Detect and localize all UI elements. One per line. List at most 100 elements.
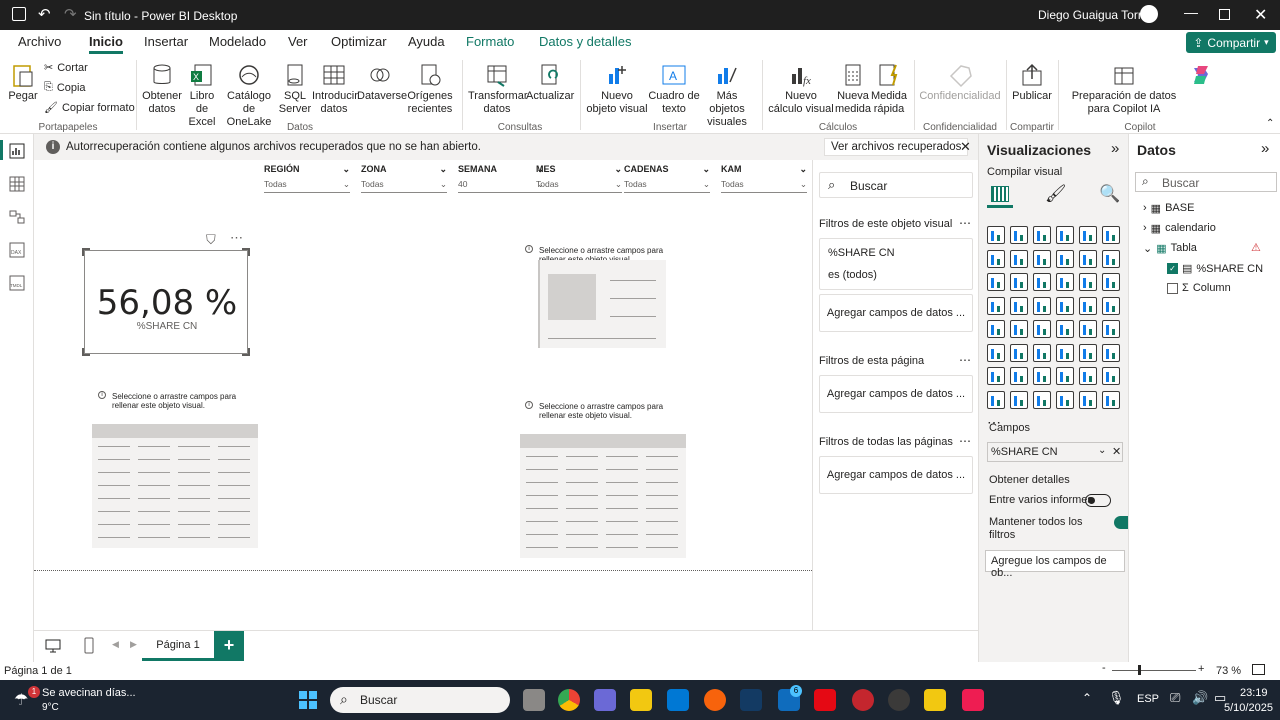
visual-type-icon[interactable] <box>987 367 1005 385</box>
slicer[interactable]: CADENAS ⌄ Todas ⌄ <box>624 164 710 193</box>
dataverse-button[interactable]: Dataverse <box>357 62 407 103</box>
visual-type-icon[interactable] <box>1102 343 1120 362</box>
visual-type-icon[interactable] <box>1102 367 1120 385</box>
desktop-layout-icon[interactable] <box>44 637 62 655</box>
tab-optimizar[interactable]: Optimizar <box>331 34 387 49</box>
new-calculation-button[interactable]: fx Nuevo cálculo visual <box>768 62 834 116</box>
cut-button[interactable]: ✂ Cortar <box>44 61 88 75</box>
chevron-down-icon[interactable]: ⌄ <box>799 164 807 175</box>
tab-inicio[interactable]: Inicio <box>89 34 123 54</box>
undo-icon[interactable]: ↶ <box>38 5 51 23</box>
visual-type-icon[interactable] <box>1010 390 1028 409</box>
microphone-icon[interactable]: 🎙 <box>1108 690 1125 706</box>
visual-type-icon[interactable] <box>1056 249 1074 268</box>
close-icon[interactable]: ✕ <box>1254 5 1267 25</box>
slicer[interactable]: ZONA ⌄ Todas ⌄ <box>361 164 447 193</box>
analytics-icon[interactable]: 🔍 <box>1099 184 1120 204</box>
chevron-down-icon[interactable]: ⌄ <box>342 164 350 175</box>
media-app-icon[interactable] <box>704 689 726 711</box>
checkbox-icon[interactable] <box>1167 282 1178 294</box>
chevron-down-icon[interactable]: ⌄ <box>614 164 622 175</box>
visual-type-icon[interactable] <box>1102 273 1120 291</box>
checkbox-checked-icon[interactable]: ✓ <box>1167 263 1178 274</box>
table-placeholder[interactable] <box>92 424 258 548</box>
visual-type-icon[interactable] <box>987 343 1005 362</box>
tab-formato[interactable]: Formato <box>466 34 514 49</box>
visual-type-icon[interactable] <box>1033 249 1051 268</box>
visual-type-icon[interactable] <box>1079 320 1097 338</box>
view-recovered-button[interactable]: Ver archivos recuperados <box>824 138 969 156</box>
next-page-icon[interactable]: ▶ <box>130 639 137 650</box>
table-view-icon[interactable] <box>8 175 26 193</box>
camera-app-icon[interactable] <box>888 689 910 711</box>
filter-search[interactable]: ⌕ Buscar <box>819 172 973 198</box>
field-column[interactable]: Σ Column <box>1167 282 1231 294</box>
visual-type-icon[interactable] <box>1079 249 1097 268</box>
power-bi-icon[interactable] <box>924 689 946 711</box>
onelake-button[interactable]: Catálogo de OneLake <box>220 62 278 129</box>
mobile-layout-icon[interactable] <box>82 637 96 655</box>
visual-type-icon[interactable] <box>1010 367 1028 385</box>
user-name[interactable]: Diego Guaigua Torres <box>1038 8 1155 22</box>
visual-type-icon[interactable] <box>1102 390 1120 409</box>
field-share-cn[interactable]: ✓ ▤ %SHARE CN <box>1167 262 1263 275</box>
slicer-dropdown[interactable]: Todas ⌄ <box>624 179 710 193</box>
tiktok-icon[interactable] <box>962 689 984 711</box>
tmdl-view-icon[interactable]: TMDL <box>8 274 26 292</box>
visual-type-icon[interactable] <box>1079 273 1097 291</box>
visual-type-icon[interactable] <box>1079 390 1097 409</box>
new-measure-button[interactable]: Nueva medida <box>834 62 872 116</box>
copy-button[interactable]: ⎘ Copia <box>44 81 86 94</box>
visual-type-icon[interactable] <box>1056 273 1074 291</box>
visual-type-icon[interactable] <box>1010 249 1028 268</box>
table-placeholder[interactable] <box>520 434 686 558</box>
table-node-base[interactable]: › ▦ BASE <box>1143 202 1194 215</box>
slicer-dropdown[interactable]: Todas ⌄ <box>536 179 622 193</box>
more-options-icon[interactable]: ⋯ <box>959 216 971 230</box>
visual-type-icon[interactable] <box>1033 226 1051 244</box>
new-visual-button[interactable]: Nuevo objeto visual <box>586 62 648 116</box>
more-options-icon[interactable]: ⋯ <box>230 230 243 246</box>
zoom-slider[interactable] <box>1112 670 1196 671</box>
enter-data-button[interactable]: Introducir datos <box>312 62 358 116</box>
recent-sources-button[interactable]: Orígenes recientes <box>405 62 455 116</box>
language-indicator[interactable]: ESP <box>1137 693 1159 705</box>
visual-type-icon[interactable] <box>1033 390 1051 409</box>
visual-type-icon[interactable] <box>1102 296 1120 315</box>
format-visual-icon[interactable]: 🖌 <box>1045 184 1067 204</box>
visual-type-icon[interactable] <box>1010 226 1028 244</box>
add-drillthrough-fields[interactable]: Agregue los campos de ob... <box>985 550 1125 579</box>
visual-type-icon[interactable] <box>987 390 1005 409</box>
collapse-ribbon-icon[interactable]: ⌃ <box>1266 118 1274 129</box>
visual-type-icon[interactable] <box>1010 320 1028 338</box>
report-canvas[interactable]: REGIÓN ⌄ Todas ⌄ ZONA ⌄ Todas ⌄ SEMANA ⌄ 40 ⌄ MES ⌄ To… <box>34 160 812 630</box>
slicer-dropdown[interactable]: 40 ⌄ <box>458 179 544 193</box>
visual-type-icon[interactable] <box>1079 343 1097 362</box>
resize-handle[interactable] <box>82 348 90 356</box>
visual-type-icon[interactable] <box>1033 273 1051 291</box>
clock-time[interactable]: 23:19 <box>1240 687 1268 699</box>
textbox-button[interactable]: A Cuadro de texto <box>648 62 700 116</box>
remote-app-icon[interactable] <box>852 689 874 711</box>
visual-type-icon[interactable] <box>1033 367 1051 385</box>
visual-type-icon[interactable] <box>1056 320 1074 338</box>
resize-handle[interactable] <box>242 348 250 356</box>
tab-ayuda[interactable]: Ayuda <box>408 34 445 49</box>
data-search[interactable]: ⌕ Buscar <box>1135 172 1277 192</box>
add-visual-filter[interactable]: Agregar campos de datos ... <box>819 294 973 332</box>
minimize-icon[interactable]: — <box>1184 4 1198 20</box>
copilot-prep-button[interactable]: Preparación de datos para Copilot IA <box>1062 62 1186 116</box>
visual-type-icon[interactable] <box>1056 296 1074 315</box>
dax-query-view-icon[interactable]: DAX <box>8 241 26 259</box>
visual-type-icon[interactable] <box>987 320 1005 338</box>
collapse-pane-icon[interactable]: » <box>1111 140 1119 157</box>
model-view-icon[interactable] <box>8 208 26 226</box>
refresh-button[interactable]: Actualizar <box>526 62 574 103</box>
visual-type-icon[interactable] <box>987 249 1005 268</box>
visual-type-icon[interactable] <box>1056 367 1074 385</box>
chevron-down-icon[interactable]: ⌄ <box>1098 445 1106 456</box>
visual-type-icon[interactable] <box>1102 226 1120 244</box>
disney-plus-icon[interactable] <box>740 689 762 711</box>
visual-placeholder[interactable] <box>538 260 666 348</box>
visual-type-icon[interactable] <box>1033 296 1051 315</box>
